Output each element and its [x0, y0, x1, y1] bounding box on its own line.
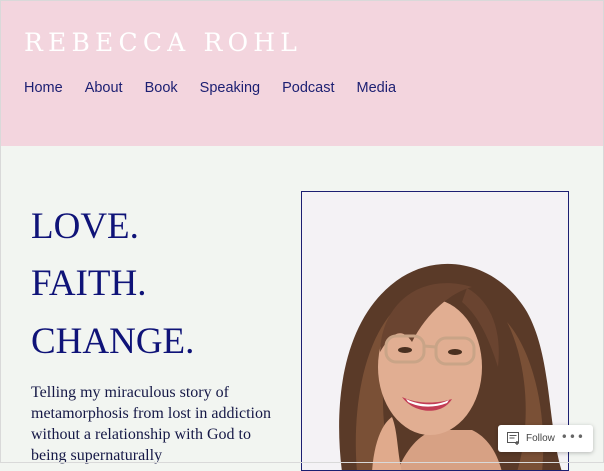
- nav-item-media[interactable]: Media: [357, 80, 397, 96]
- nav-item-speaking[interactable]: Speaking: [200, 80, 260, 96]
- reader-follow-icon: [507, 432, 519, 445]
- site-header: REBECCA ROHL Home About Book Speaking Po…: [0, 0, 604, 146]
- hero-line-change: CHANGE.: [31, 321, 195, 362]
- nav-item-book[interactable]: Book: [145, 80, 178, 96]
- follow-button[interactable]: Follow •••: [498, 425, 593, 452]
- hero-line-love: LOVE.: [31, 206, 139, 247]
- more-options-icon[interactable]: •••: [561, 431, 585, 443]
- hero-line-faith: FAITH.: [31, 263, 147, 304]
- intro-text: Telling my miraculous story of metamorph…: [31, 384, 271, 464]
- nav-item-podcast[interactable]: Podcast: [282, 80, 334, 96]
- nav-item-home[interactable]: Home: [24, 80, 63, 96]
- site-title[interactable]: REBECCA ROHL: [24, 28, 302, 57]
- follow-label: Follow: [526, 433, 555, 444]
- primary-nav: Home About Book Speaking Podcast Media: [24, 80, 418, 96]
- nav-item-about[interactable]: About: [85, 80, 123, 96]
